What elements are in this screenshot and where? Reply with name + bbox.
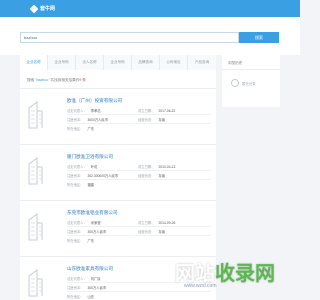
search-area: 搜索 — [0, 17, 300, 55]
region-field: 所在地区： 福建 — [67, 183, 95, 187]
divider — [67, 179, 211, 180]
divider — [222, 69, 280, 70]
logo-icon — [29, 4, 39, 13]
watermark: 网站收录网 www.wzsl.com — [150, 254, 290, 296]
watermark-text: 网站收录网 — [175, 263, 275, 285]
region-field: 所在地区： 广东 — [67, 127, 95, 131]
region-field: 所在地区： 山东 — [67, 295, 95, 299]
search-input[interactable] — [20, 32, 239, 43]
tab-brand[interactable]: 品牌查询 — [132, 55, 160, 70]
company-name-link[interactable]: 欧准（广州）投资有限公司 — [67, 98, 122, 104]
top-bar: 套牛网 — [0, 0, 300, 17]
result-query: bazhuo — [36, 78, 49, 82]
watermark-url: www.wzsl.com — [184, 283, 217, 289]
building-icon — [28, 101, 43, 129]
company-name-link[interactable]: 山东欧准家具有限公司 — [67, 266, 113, 272]
capital-field: 注册资本： 302.300000万人民币 — [67, 174, 119, 178]
legal-rep-field: 法定代表人： 刘广民 — [67, 277, 101, 281]
legal-rep-field: 法定代表人： 李孝志 — [67, 109, 101, 113]
divider — [67, 226, 211, 227]
site-logo[interactable]: 套牛网 — [29, 4, 56, 13]
tab-address[interactable]: 公司地址 — [160, 55, 188, 70]
result-summary: 搜索 "bazhuo" 共找到相关结果约9 条 — [27, 78, 86, 83]
history-sidebar: 浏览历史 暂无记录 — [222, 55, 280, 107]
result-suffix: 条 — [81, 78, 86, 82]
building-icon — [28, 157, 43, 185]
tab-company-number-2[interactable]: 企业号码 — [104, 55, 132, 70]
company-card[interactable]: 欧准（广州）投资有限公司 法定代表人： 李孝志 成立日期： 2017-06-22 注… — [20, 88, 216, 144]
result-middle: " 共找到相关结果约 — [48, 78, 80, 82]
building-icon — [28, 269, 43, 297]
founded-date-field: 成立日期： 2017-06-22 — [138, 109, 176, 113]
legal-rep-field: 法定代表人： 米家营 — [67, 221, 101, 225]
capital-field: 注册资本： 300万人民币 — [67, 230, 107, 234]
capital-field: 注册资本： 3000万人民币 — [67, 118, 109, 122]
company-name-link[interactable]: 厦门欧准卫浴有限公司 — [67, 154, 113, 160]
company-name-link[interactable]: 东莞市欧准铝业有限公司 — [67, 210, 118, 216]
tab-product[interactable]: 产品查询 — [188, 55, 216, 70]
capital-field: 注册资本： 300万人民币 — [67, 286, 107, 290]
status-field: 经营状态： 存续 — [138, 174, 166, 178]
region-field: 所在地区： 广东 — [67, 239, 95, 243]
company-card[interactable]: 东莞市欧准铝业有限公司 法定代表人： 米家营 成立日期： 2014-09-26 注册… — [20, 200, 216, 256]
status-field: 经营状态： 存续 — [138, 118, 166, 122]
tab-company-number[interactable]: 企业号码 — [48, 55, 76, 70]
tab-company-name[interactable]: 企业名称 — [20, 55, 48, 70]
founded-date-field: 成立日期： 2014-09-26 — [138, 221, 176, 225]
divider — [67, 235, 211, 236]
empty-history-icon — [231, 79, 239, 87]
sidebar-title: 浏览历史 — [228, 61, 243, 65]
logo-text: 套牛网 — [40, 6, 56, 12]
search-button[interactable]: 搜索 — [239, 32, 279, 43]
divider — [67, 170, 211, 171]
empty-history-text: 暂无记录 — [242, 82, 256, 86]
building-icon — [28, 213, 43, 241]
status-field: 经营状态： 存续 — [138, 230, 166, 234]
company-card[interactable]: 厦门欧准卫浴有限公司 法定代表人： 叶虹 成立日期： 2010-04-13 注册资本… — [20, 144, 216, 200]
legal-rep-field: 法定代表人： 叶虹 — [67, 165, 98, 169]
tab-legal-person[interactable]: 法人名称 — [76, 55, 104, 70]
founded-date-field: 成立日期： 2010-04-13 — [138, 165, 176, 169]
search-type-tabs: 企业名称 企业号码 法人名称 企业号码 品牌查询 公司地址 产品查询 — [20, 55, 216, 70]
divider — [67, 123, 211, 124]
divider — [67, 114, 211, 115]
